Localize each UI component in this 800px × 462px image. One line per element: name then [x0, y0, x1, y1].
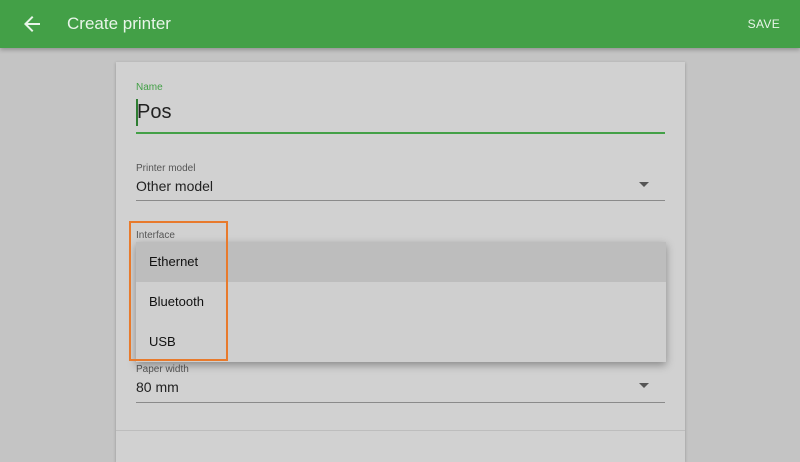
- paper-width-label: Paper width: [136, 364, 189, 375]
- save-button[interactable]: SAVE: [748, 17, 780, 31]
- arrow-back-icon[interactable]: [20, 12, 44, 36]
- interface-option-usb[interactable]: USB: [136, 322, 666, 362]
- dropdown-arrow-icon[interactable]: [639, 182, 649, 187]
- name-underline: [136, 132, 665, 134]
- app-bar: Create printer SAVE: [0, 0, 800, 48]
- paper-width-select[interactable]: 80 mm: [136, 379, 179, 395]
- dropdown-arrow-icon[interactable]: [639, 383, 649, 388]
- interface-label: Interface: [136, 230, 175, 241]
- name-label: Name: [136, 82, 163, 93]
- printer-model-underline: [136, 200, 665, 201]
- name-input[interactable]: Pos: [137, 100, 171, 124]
- paper-width-underline: [136, 402, 665, 403]
- interface-option-bluetooth[interactable]: Bluetooth: [136, 282, 666, 322]
- printer-model-select[interactable]: Other model: [136, 178, 213, 194]
- interface-dropdown-menu: Ethernet Bluetooth USB: [136, 242, 666, 362]
- printer-model-label: Printer model: [136, 163, 196, 174]
- interface-option-ethernet[interactable]: Ethernet: [136, 242, 666, 282]
- page-title: Create printer: [67, 14, 171, 33]
- card-divider: [116, 430, 685, 431]
